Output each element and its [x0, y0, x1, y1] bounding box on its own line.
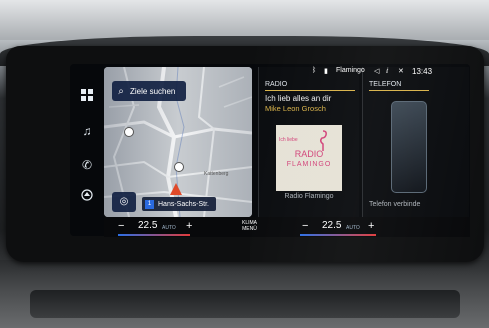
cover-title: RADIO [294, 149, 324, 159]
left-temp-bar [118, 234, 190, 236]
left-auto-label: AUTO [162, 225, 176, 231]
smartphone-icon [391, 101, 427, 193]
phone-title: TELEFON [369, 81, 402, 88]
volume-icon: ◁ [374, 68, 380, 75]
phone-status: Telefon verbinde [369, 201, 421, 208]
status-bar: ᛒ ▮ Flamingo ◁ ⅈ ✕ 13:43 [300, 66, 470, 78]
map-options-button[interactable]: ◎ [112, 192, 136, 212]
phone-icon[interactable]: ✆ [78, 156, 96, 174]
map-pin-icon [124, 127, 134, 137]
street-number: 1 [145, 199, 154, 209]
cover-small-text: Ich liebe [279, 137, 298, 143]
clock: 13:43 [412, 67, 433, 76]
search-label: Ziele suchen [130, 86, 176, 96]
title-underline [265, 90, 355, 91]
search-destination-button[interactable]: ⌕ Ziele suchen [112, 81, 186, 101]
left-rail: ♫ ✆ [70, 64, 104, 236]
right-auto-label: AUTO [346, 225, 360, 231]
current-position-arrow-icon [170, 183, 182, 195]
search-icon: ⌕ [118, 85, 124, 97]
album-cover: Ich liebe RADIO FLAMINGO [276, 125, 342, 191]
signal-icon: ⅈ [386, 68, 389, 75]
compass-icon: ◎ [119, 196, 129, 207]
air-vent [30, 290, 460, 318]
right-temp-decrease-button[interactable]: − [302, 220, 308, 232]
radio-title: RADIO [265, 81, 288, 88]
street-indicator: 1 Hans-Sachs-Str. [142, 197, 216, 211]
right-temperature: 22.5 [322, 220, 342, 231]
climate-menu-label[interactable]: KLIMA MENÜ [242, 220, 257, 232]
left-temp-decrease-button[interactable]: − [118, 220, 124, 232]
left-temp-increase-button[interactable]: + [186, 220, 192, 232]
station-indicator: Flamingo [336, 67, 365, 74]
mute-icon: ✕ [398, 68, 404, 75]
windshield-background [0, 0, 489, 40]
right-temp-increase-button[interactable]: + [368, 220, 374, 232]
place-label: Kattenberg [204, 171, 229, 177]
phone-card[interactable]: TELEFON Telefon verbinde [362, 67, 469, 217]
climate-bar: − 22.5 AUTO + KLIMA MENÜ − 22.5 AUTO + [104, 217, 470, 237]
cover-subtitle: FLAMINGO [286, 161, 332, 168]
title-underline [369, 90, 429, 91]
flamingo-icon [319, 130, 327, 151]
song-title: Ich lieb alles an dir [265, 94, 332, 103]
right-temp-bar [300, 234, 376, 236]
station-name: Radio Flamingo [284, 193, 334, 200]
street-name: Hans-Sachs-Str. [158, 200, 209, 208]
car-icon[interactable] [78, 188, 96, 206]
grid-icon[interactable] [78, 88, 96, 106]
music-icon[interactable]: ♫ [78, 122, 96, 140]
left-temperature: 22.5 [138, 220, 158, 231]
radio-card[interactable]: RADIO Ich lieb alles an dir Mike Leon Gr… [258, 67, 359, 217]
radio-icon: ▮ [324, 68, 328, 75]
map-pin-icon [174, 162, 184, 172]
climate-menu-line2: MENÜ [242, 226, 257, 232]
bluetooth-icon: ᛒ [312, 67, 317, 74]
artist-name: Mike Leon Grosch [265, 104, 326, 113]
